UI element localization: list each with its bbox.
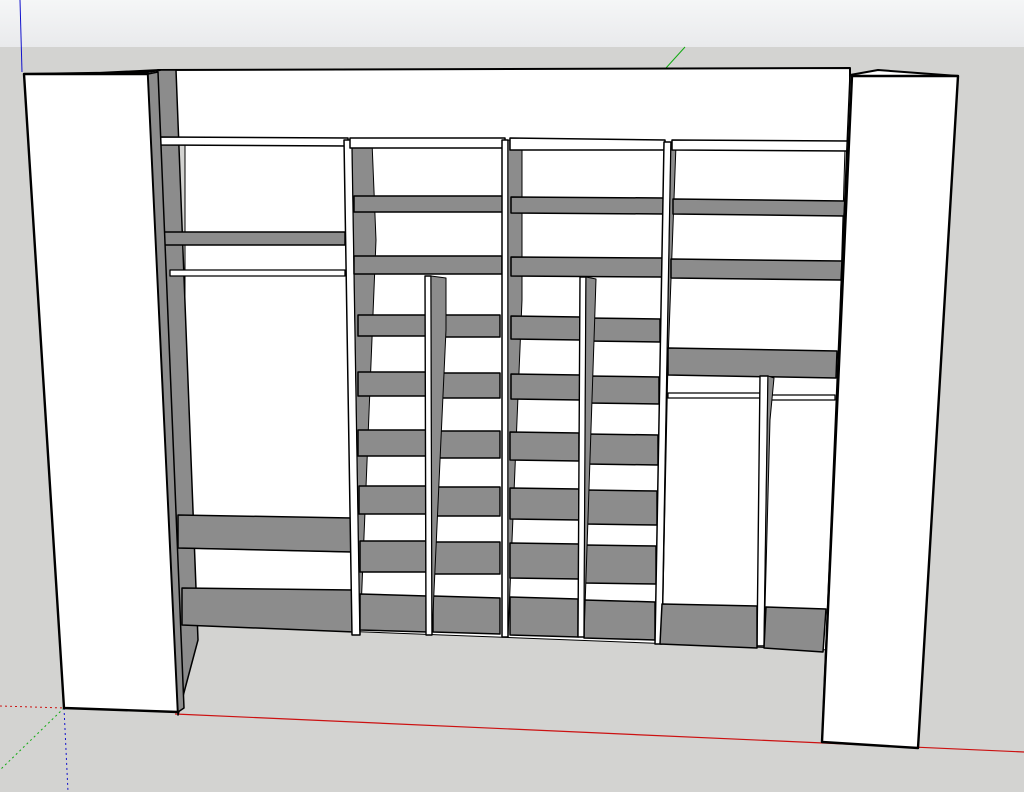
left-top-shelf[interactable]	[159, 136, 349, 147]
sec4-shelf-3[interactable]	[670, 258, 843, 281]
left-hanging-rod[interactable]	[169, 269, 346, 277]
sec4-shelf-2[interactable]	[672, 198, 846, 217]
divider-2[interactable]	[501, 139, 509, 638]
left-shelf-2[interactable]	[163, 231, 346, 246]
sec3-shelf-3[interactable]	[510, 256, 664, 278]
blue-axis	[19, 0, 23, 73]
sec2-top-shelf[interactable]	[349, 137, 506, 149]
sec4-top-shelf[interactable]	[671, 139, 849, 152]
sec4-mid-shelf[interactable]	[667, 347, 838, 379]
sec2-shelf-3[interactable]	[353, 255, 503, 275]
blue-axis-dotted	[63, 707, 69, 792]
red-axis-dotted	[0, 705, 65, 709]
sec3-top-shelf[interactable]	[509, 137, 666, 151]
left-low-shelf[interactable]	[177, 514, 353, 553]
left-floor-shelf[interactable]	[181, 587, 355, 633]
viewport-canvas[interactable]	[0, 0, 1024, 792]
green-axis	[665, 46, 686, 69]
sec3-shelf-2[interactable]	[510, 196, 665, 215]
sec4-right-rod[interactable]	[770, 394, 836, 401]
sec4-floor-right[interactable]	[763, 606, 827, 653]
sec4-left-rod[interactable]	[667, 392, 763, 399]
sec4-floor-left[interactable]	[659, 603, 758, 649]
sec2-shelf-2[interactable]	[353, 195, 504, 213]
green-axis-dotted	[0, 707, 65, 771]
